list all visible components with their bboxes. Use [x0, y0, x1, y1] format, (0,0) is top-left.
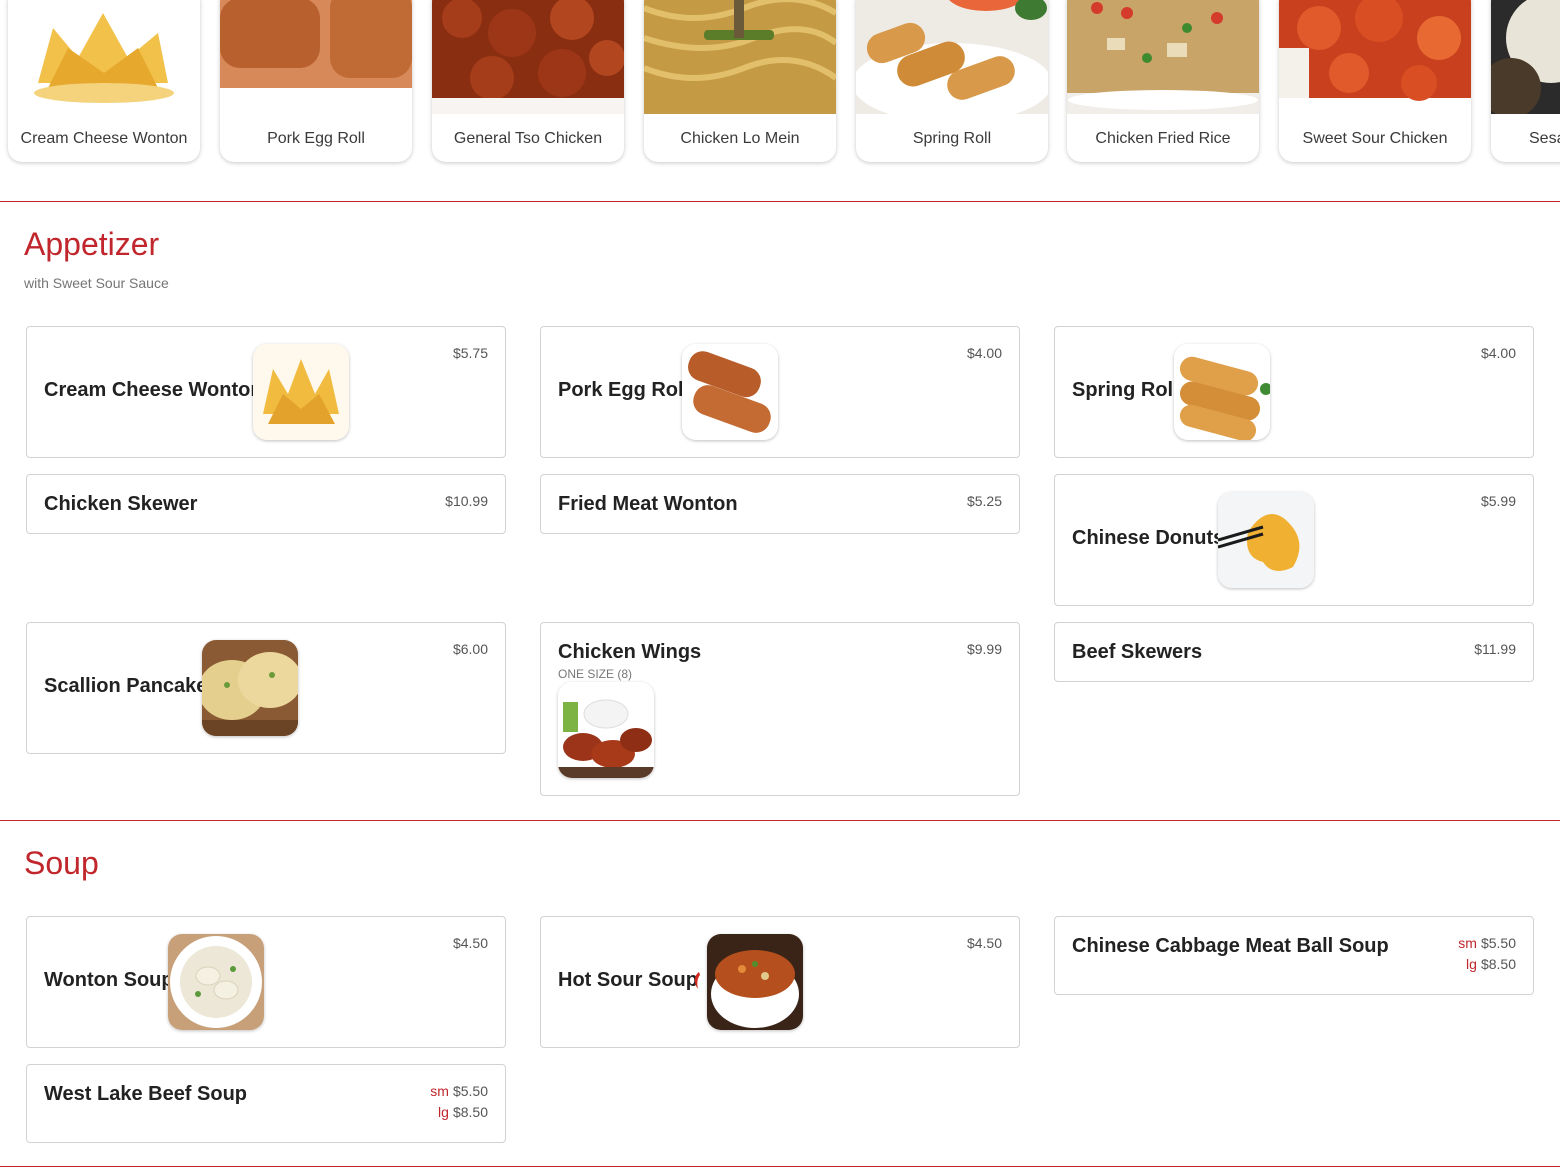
size-price: $5.50: [452, 1083, 488, 1099]
popular-items-carousel[interactable]: Cream Cheese Wonton Pork Egg Roll Genera…: [0, 0, 1560, 200]
menu-item-size-note: ONE SIZE (8): [558, 667, 633, 681]
carousel-card-cream-cheese-wonton[interactable]: Cream Cheese Wonton: [8, 0, 200, 162]
menu-item-name: Fried Meat Wonton: [558, 493, 738, 515]
carousel-card-chicken-fried-rice[interactable]: Chicken Fried Rice: [1067, 0, 1259, 162]
carousel-card-label: Cream Cheese Wonton: [20, 130, 188, 147]
hot-sour-soup-thumbnail: [707, 934, 803, 1030]
menu-item-name: Cream Cheese Wonton: [44, 379, 263, 401]
size-price: $8.50: [1480, 956, 1516, 972]
sweet-sour-chicken-photo: [1279, 0, 1471, 114]
section-divider: [0, 201, 1560, 202]
carousel-card-pork-egg-roll[interactable]: Pork Egg Roll: [220, 0, 412, 162]
menu-item-price-large: lg $8.50: [438, 1104, 488, 1120]
menu-item-price-small: sm $5.50: [1458, 935, 1516, 951]
menu-item-price: $4.50: [966, 935, 1002, 951]
cream-cheese-wonton-thumbnail: [253, 344, 349, 440]
sesame-chicken-photo: [1491, 0, 1560, 114]
menu-item-chicken-wings[interactable]: Chicken Wings ONE SIZE (8) $9.99: [540, 622, 1020, 796]
menu-item-price-large: lg $8.50: [1466, 956, 1516, 972]
menu-item-price: $6.00: [452, 641, 488, 657]
section-divider: [0, 820, 1560, 821]
cream-cheese-wonton-photo: [8, 0, 200, 114]
menu-item-name: Chicken Wings: [558, 641, 702, 663]
menu-item-chicken-skewer[interactable]: Chicken Skewer $10.99: [26, 474, 506, 534]
menu-item-chinese-cabbage-meat-ball-soup[interactable]: Chinese Cabbage Meat Ball Soup sm $5.50 l…: [1054, 916, 1534, 995]
menu-item-fried-meat-wonton[interactable]: Fried Meat Wonton $5.25: [540, 474, 1020, 534]
size-label: lg: [438, 1104, 449, 1120]
appetizer-section-subtitle: with Sweet Sour Sauce: [24, 275, 169, 291]
scallion-pancake-thumbnail: [202, 640, 298, 736]
size-price: $5.50: [1480, 935, 1516, 951]
pork-egg-roll-thumbnail: [682, 344, 778, 440]
menu-item-chinese-donuts[interactable]: Chinese Donuts $5.99: [1054, 474, 1534, 606]
carousel-card-sweet-sour-chicken[interactable]: Sweet Sour Chicken: [1279, 0, 1471, 162]
size-label: sm: [430, 1083, 449, 1099]
wonton-soup-thumbnail: [168, 934, 264, 1030]
menu-item-west-lake-beef-soup[interactable]: West Lake Beef Soup sm $5.50 lg $8.50: [26, 1064, 506, 1143]
menu-item-price: $9.99: [966, 641, 1002, 657]
carousel-card-sesame[interactable]: Sesa: [1491, 0, 1560, 162]
menu-item-spring-roll[interactable]: Spring Roll $4.00: [1054, 326, 1534, 458]
menu-item-name: Chinese Cabbage Meat Ball Soup: [1072, 935, 1389, 957]
spring-roll-thumbnail: [1174, 344, 1270, 440]
menu-item-scallion-pancake[interactable]: Scallion Pancake $6.00: [26, 622, 506, 754]
menu-item-name: Chinese Donuts: [1072, 527, 1225, 549]
menu-item-name: Pork Egg Roll: [558, 379, 690, 401]
size-price: $8.50: [452, 1104, 488, 1120]
carousel-card-chicken-lo-mein[interactable]: Chicken Lo Mein: [644, 0, 836, 162]
menu-item-price: $5.75: [452, 345, 488, 361]
menu-item-pork-egg-roll[interactable]: Pork Egg Roll $4.00: [540, 326, 1020, 458]
pork-egg-roll-photo: [220, 0, 412, 114]
menu-item-name: Wonton Soup: [44, 969, 174, 991]
menu-item-name: Hot Sour Soup: [558, 969, 698, 991]
appetizer-section-title: Appetizer: [24, 226, 160, 262]
menu-item-price: $5.25: [966, 493, 1002, 509]
chicken-lo-mein-photo: [644, 0, 836, 114]
menu-item-name: Spring Roll: [1072, 379, 1179, 401]
carousel-card-label: Spring Roll: [912, 130, 992, 147]
size-label: lg: [1466, 956, 1477, 972]
menu-item-cream-cheese-wonton[interactable]: Cream Cheese Wonton $5.75: [26, 326, 506, 458]
carousel-card-label: General Tso Chicken: [453, 130, 603, 147]
carousel-card-label: Pork Egg Roll: [267, 130, 365, 147]
menu-item-price-small: sm $5.50: [430, 1083, 488, 1099]
menu-item-name: West Lake Beef Soup: [44, 1083, 248, 1105]
chicken-wings-thumbnail: [558, 682, 654, 778]
soup-section-title: Soup: [24, 845, 99, 881]
menu-item-price: $10.99: [445, 493, 488, 509]
menu-item-wonton-soup[interactable]: Wonton Soup $4.50: [26, 916, 506, 1048]
section-divider: [0, 1166, 1560, 1167]
menu-item-name: Scallion Pancake: [44, 675, 208, 697]
chili-pepper-icon: [694, 972, 700, 989]
menu-item-name: Beef Skewers: [1072, 641, 1203, 663]
menu-item-price: $4.50: [452, 935, 488, 951]
carousel-card-spring-roll[interactable]: Spring Roll: [856, 0, 1048, 162]
carousel-card-label: Sweet Sour Chicken: [1302, 130, 1448, 147]
menu-item-name: Chicken Skewer: [44, 493, 198, 515]
size-label: sm: [1458, 935, 1477, 951]
menu-item-price: $4.00: [1480, 345, 1516, 361]
carousel-card-label: Sesa: [1529, 130, 1560, 147]
menu-item-price: $5.99: [1480, 493, 1516, 509]
menu-item-hot-sour-soup[interactable]: Hot Sour Soup $4.50: [540, 916, 1020, 1048]
menu-item-beef-skewers[interactable]: Beef Skewers $11.99: [1054, 622, 1534, 682]
carousel-card-general-tso-chicken[interactable]: General Tso Chicken: [432, 0, 624, 162]
menu-item-price: $11.99: [1474, 641, 1516, 657]
carousel-card-label: Chicken Lo Mein: [680, 130, 800, 147]
spring-roll-photo: [856, 0, 1048, 114]
chinese-donuts-thumbnail: [1218, 492, 1314, 588]
chicken-fried-rice-photo: [1067, 0, 1259, 114]
carousel-card-label: Chicken Fried Rice: [1095, 130, 1231, 147]
general-tso-chicken-photo: [432, 0, 624, 114]
menu-item-price: $4.00: [966, 345, 1002, 361]
